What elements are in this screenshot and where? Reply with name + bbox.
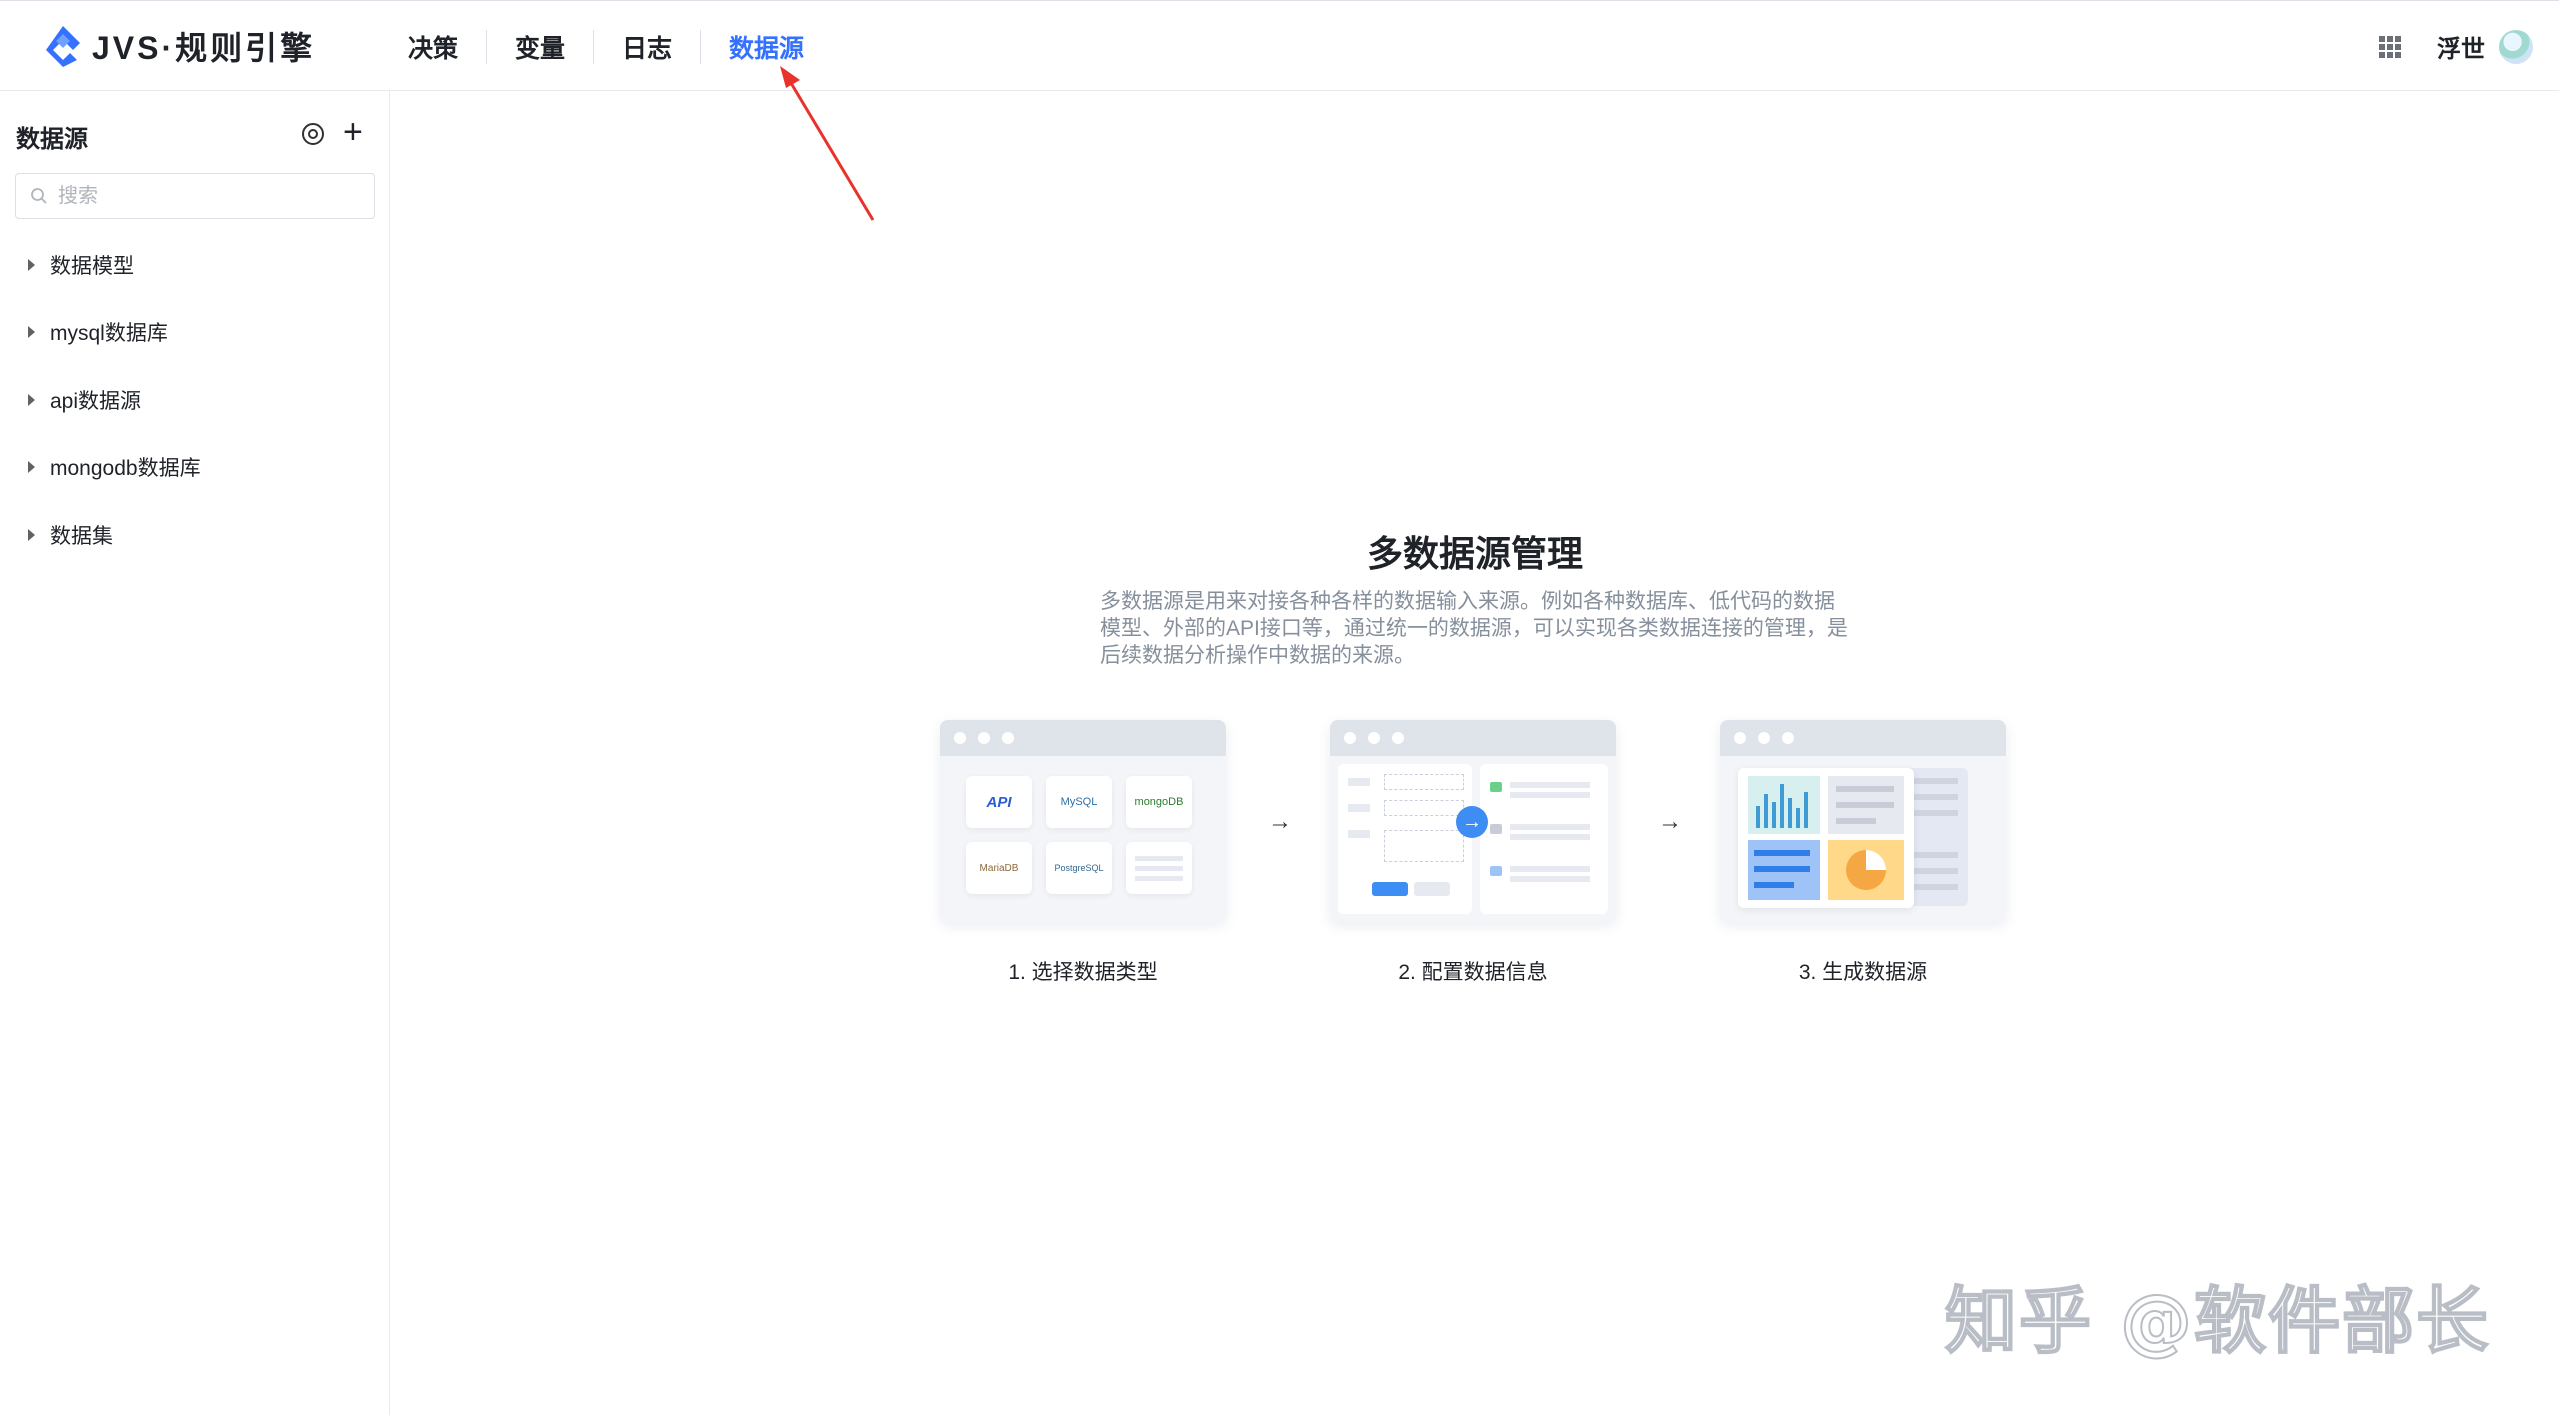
arrow-circle-icon: → bbox=[1456, 806, 1488, 838]
back-panel bbox=[1906, 768, 1968, 906]
api-tile: API bbox=[966, 776, 1032, 828]
search-box bbox=[15, 173, 375, 219]
window-bar bbox=[940, 720, 1226, 756]
datasource-tree: 数据模型 mysql数据库 api数据源 mongodb数据库 数据集 bbox=[0, 231, 389, 569]
app-logo[interactable]: JVS·规则引擎 bbox=[40, 23, 315, 69]
dashboard-panel bbox=[1738, 768, 1914, 908]
caret-right-icon[interactable] bbox=[28, 461, 35, 474]
caret-right-icon[interactable] bbox=[28, 393, 35, 406]
sidebar: 数据源 + 数据模型 mysql数据库 api数据源 mongodb数据库 bbox=[0, 91, 390, 1415]
search-icon bbox=[31, 188, 47, 204]
empty-state-description: 多数据源是用来对接各种各样的数据输入来源。例如各种数据库、低代码的数据 模型、外… bbox=[1100, 588, 1852, 669]
arrow-right-icon: → bbox=[1658, 808, 1682, 835]
list-block bbox=[1828, 776, 1904, 834]
window-bar bbox=[1330, 720, 1616, 756]
main-nav: 决策 变量 日志 数据源 bbox=[380, 1, 832, 92]
tree-item-data-model[interactable]: 数据模型 bbox=[0, 231, 389, 299]
tree-item-label: 数据集 bbox=[50, 524, 113, 548]
caret-right-icon[interactable] bbox=[28, 258, 35, 271]
pie-chart-icon bbox=[1828, 840, 1904, 900]
step-2-label: 2. 配置数据信息 bbox=[1398, 961, 1548, 984]
empty-state-title: 多数据源管理 bbox=[1366, 533, 1583, 574]
annotation-arrow-icon bbox=[780, 66, 875, 221]
mysql-tile: MySQL bbox=[1046, 776, 1112, 828]
step-1-label: 1. 选择数据类型 bbox=[1008, 961, 1158, 984]
sidebar-title: 数据源 bbox=[16, 126, 88, 153]
plus-icon[interactable]: + bbox=[343, 115, 363, 149]
user-name[interactable]: 浮世 bbox=[2437, 29, 2485, 64]
app-title: JVS·规则引擎 bbox=[92, 30, 316, 66]
tree-item-label: mysql数据库 bbox=[50, 322, 168, 346]
header-actions: 浮世 bbox=[2379, 1, 2533, 92]
caret-right-icon[interactable] bbox=[28, 528, 35, 541]
description-line: 模型、外部的API接口等，通过统一的数据源，可以实现各类数据连接的管理，是 bbox=[1100, 617, 1848, 640]
info-panel bbox=[1480, 764, 1608, 914]
description-line: 多数据源是用来对接各种各样的数据输入来源。例如各种数据库、低代码的数据 bbox=[1100, 590, 1835, 613]
tree-item-label: 数据模型 bbox=[50, 254, 134, 278]
logo-icon bbox=[46, 26, 80, 67]
description-line: 后续数据分析操作中数据的来源。 bbox=[1100, 644, 1415, 667]
top-header: JVS·规则引擎 决策 变量 日志 数据源 浮世 bbox=[0, 0, 2559, 91]
mariadb-tile: MariaDB bbox=[966, 842, 1032, 894]
step-2-illustration: → bbox=[1330, 720, 1616, 922]
nav-variable[interactable]: 变量 bbox=[487, 29, 593, 65]
step-3-label: 3. 生成数据源 bbox=[1798, 961, 1928, 984]
placeholder-tile bbox=[1126, 842, 1192, 894]
tree-item-dataset[interactable]: 数据集 bbox=[0, 501, 389, 569]
step-3-illustration bbox=[1720, 720, 2006, 922]
text-block bbox=[1748, 840, 1820, 900]
tree-item-mongodb[interactable]: mongodb数据库 bbox=[0, 434, 389, 502]
tree-item-api[interactable]: api数据源 bbox=[0, 366, 389, 434]
grid-apps-icon[interactable] bbox=[2379, 35, 2401, 58]
mongodb-tile: mongoDB bbox=[1126, 776, 1192, 828]
avatar[interactable] bbox=[2499, 29, 2533, 64]
nav-decision[interactable]: 决策 bbox=[380, 29, 486, 65]
tree-item-label: mongodb数据库 bbox=[50, 457, 201, 481]
arrow-right-icon: → bbox=[1268, 808, 1292, 835]
postgresql-tile: PostgreSQL bbox=[1046, 842, 1112, 894]
tree-item-mysql[interactable]: mysql数据库 bbox=[0, 299, 389, 367]
bar-chart-icon bbox=[1748, 776, 1820, 834]
watermark: 知乎 @软件部长 bbox=[1944, 1278, 2491, 1364]
caret-right-icon[interactable] bbox=[28, 326, 35, 339]
step-1-illustration: API MySQL mongoDB MariaDB PostgreSQL bbox=[940, 720, 1226, 922]
tree-item-label: api数据源 bbox=[50, 389, 142, 413]
window-bar bbox=[1720, 720, 2006, 756]
search-input[interactable] bbox=[56, 183, 350, 209]
form-panel bbox=[1338, 764, 1472, 914]
settings-icon[interactable] bbox=[300, 121, 326, 147]
nav-log[interactable]: 日志 bbox=[594, 29, 700, 65]
